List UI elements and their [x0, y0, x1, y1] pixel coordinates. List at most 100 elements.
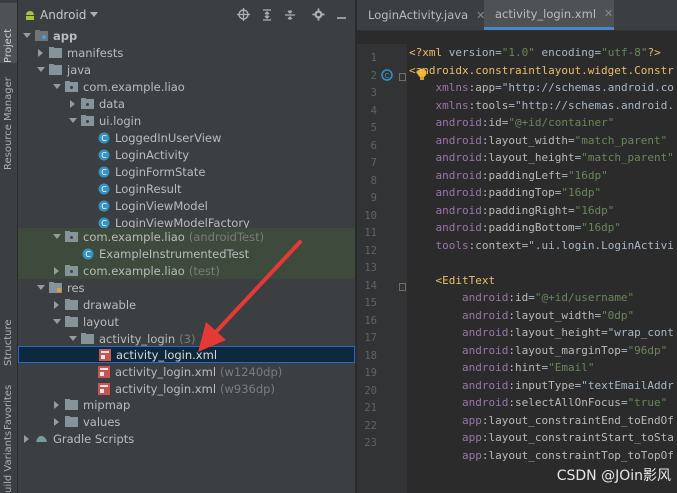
- settings-button[interactable]: [311, 7, 326, 22]
- package-icon: [81, 115, 94, 127]
- code-line[interactable]: android:layout_height="match_parent": [409, 149, 674, 166]
- tree-label: mipmap: [83, 397, 131, 412]
- code-line[interactable]: <EditText: [409, 272, 496, 289]
- tree-item-class[interactable]: C LoginFormState: [18, 163, 355, 180]
- code-line[interactable]: android:selectAllOnFocus="true": [409, 394, 667, 411]
- locate-file-button[interactable]: [236, 7, 251, 22]
- code-line[interactable]: android:id="@+id/container": [409, 114, 615, 131]
- tree-item-res[interactable]: res: [18, 279, 355, 296]
- code-line[interactable]: android:paddingBottom="16dp": [409, 219, 621, 236]
- code-line[interactable]: android:paddingTop="16dp": [409, 184, 602, 201]
- layout-file-icon: [97, 365, 110, 378]
- tab-label: activity_login.xml: [495, 6, 597, 21]
- favorites-tool-tab[interactable]: Favorites: [0, 368, 17, 430]
- tree-item-class[interactable]: C LoginViewModel: [18, 197, 355, 214]
- collapsed-arrow-icon[interactable]: [52, 300, 62, 310]
- module-folder-icon: [35, 30, 48, 42]
- tab-login-activity-java[interactable]: C LoginActivity.java ✕: [357, 0, 485, 30]
- code-line[interactable]: android:hint="Email": [409, 359, 594, 376]
- tree-label: LoginActivity: [115, 147, 190, 162]
- collapsed-arrow-icon[interactable]: [68, 99, 78, 109]
- layout-file-icon: [97, 382, 110, 395]
- code-line[interactable]: android:inputType="textEmailAddr: [409, 377, 674, 394]
- code-line[interactable]: android:layout_marginTop="96dp": [409, 342, 667, 359]
- class-icon: C: [97, 166, 110, 178]
- fold-marker-icon[interactable]: [399, 283, 406, 291]
- hide-panel-button[interactable]: [334, 7, 349, 22]
- tree-item-layout[interactable]: layout: [18, 313, 355, 330]
- code-line[interactable]: app:layout_constraintStart_toSta: [409, 429, 674, 446]
- tree-item-class[interactable]: C LoggedInUserView: [18, 129, 355, 146]
- tree-item-app[interactable]: app: [18, 27, 355, 44]
- tree-item-activity-login-xml-selected[interactable]: activity_login.xml: [18, 346, 355, 363]
- code-line[interactable]: xmlns:app="http://schemas.android.co: [409, 79, 674, 96]
- expand-all-button[interactable]: [259, 7, 274, 22]
- expanded-arrow-icon[interactable]: [36, 65, 46, 75]
- tab-activity-login-xml[interactable]: activity_login.xml ✕: [484, 0, 614, 30]
- expanded-arrow-icon[interactable]: [52, 317, 62, 327]
- code-line[interactable]: app:layout_constraintEnd_toEndOf: [409, 412, 674, 429]
- expanded-arrow-icon[interactable]: [52, 232, 62, 242]
- line-number: 15: [364, 297, 377, 309]
- code-line[interactable]: <androidx.constraintlayout.widget.Constr: [409, 62, 674, 79]
- code-line[interactable]: tools:context=".ui.login.LoginActivi: [409, 237, 674, 254]
- tree-item-mipmap[interactable]: mipmap: [18, 396, 355, 413]
- tree-label: activity_login.xml: [115, 381, 217, 396]
- tree-item-gradle-scripts[interactable]: Gradle Scripts: [18, 430, 355, 447]
- collapsed-arrow-icon[interactable]: [52, 400, 62, 410]
- tree-label: data: [99, 96, 125, 111]
- tree-item-test-package[interactable]: com.example.liao (test): [18, 262, 355, 279]
- class-icon: C: [97, 132, 110, 144]
- class-icon: C: [97, 149, 110, 161]
- tree-item-data[interactable]: data: [18, 95, 355, 112]
- tree-item-activity-login-group[interactable]: activity_login (3): [18, 330, 355, 347]
- tree-item-class[interactable]: C LoginActivity: [18, 146, 355, 163]
- tree-item-activity-login-xml-w1240dp[interactable]: activity_login.xml (w1240dp): [18, 363, 355, 380]
- tree-item-class[interactable]: C LoginResult: [18, 180, 355, 197]
- favorites-tab-label: Favorites: [3, 384, 14, 430]
- expanded-arrow-icon[interactable]: [36, 283, 46, 293]
- structure-tool-tab[interactable]: Structure: [0, 296, 17, 366]
- expanded-arrow-icon[interactable]: [68, 116, 78, 126]
- code-line[interactable]: <?xml version="1.0" encoding="utf-8"?>: [409, 44, 661, 61]
- svg-text:C: C: [385, 72, 390, 80]
- line-number: 17: [364, 332, 377, 344]
- tree-item-activity-login-xml-w936dp[interactable]: activity_login.xml (w936dp): [18, 380, 355, 397]
- project-tool-tab[interactable]: Project: [0, 3, 17, 63]
- close-icon[interactable]: ✕: [604, 7, 613, 20]
- code-line[interactable]: android:id="@+id/username": [409, 289, 634, 306]
- code-line[interactable]: android:layout_height="wrap_cont: [409, 324, 674, 341]
- code-line[interactable]: android:paddingRight="16dp": [409, 202, 615, 219]
- tree-item-java[interactable]: java: [18, 61, 355, 78]
- code-line[interactable]: android:layout_width="match_parent": [409, 132, 668, 149]
- tree-item-values[interactable]: values: [18, 413, 355, 430]
- code-line[interactable]: android:layout_width="0dp": [409, 307, 634, 324]
- tree-label: java: [67, 62, 92, 77]
- code-line[interactable]: xmlns:tools="http://schemas.android.: [409, 97, 674, 114]
- collapsed-arrow-icon[interactable]: [36, 48, 46, 58]
- collapse-all-button[interactable]: [282, 7, 297, 22]
- project-view-selector[interactable]: Android: [40, 8, 99, 22]
- tree-item-android-test-package[interactable]: com.example.liao (androidTest): [18, 228, 355, 245]
- android-icon: [26, 11, 34, 20]
- structure-tab-label: Structure: [3, 319, 14, 366]
- tree-item-test-class[interactable]: C ExampleInstrumentedTest: [18, 245, 355, 262]
- collapsed-arrow-icon[interactable]: [52, 266, 62, 276]
- expanded-arrow-icon[interactable]: [68, 334, 78, 344]
- tree-item-package[interactable]: com.example.liao: [18, 78, 355, 95]
- resource-manager-tool-tab[interactable]: Resource Manager: [0, 70, 17, 170]
- tree-item-drawable[interactable]: drawable: [18, 296, 355, 313]
- class-gutter-icon[interactable]: C: [381, 69, 393, 81]
- collapsed-arrow-icon[interactable]: [52, 417, 62, 427]
- code-line[interactable]: app:layout_constraintTop_toTopOf: [409, 447, 674, 464]
- tree-item-ui-login[interactable]: ui.login: [18, 112, 355, 129]
- minimize-icon: [337, 17, 346, 19]
- code-line[interactable]: android:paddingLeft="16dp": [409, 167, 608, 184]
- expanded-arrow-icon[interactable]: [52, 82, 62, 92]
- collapsed-arrow-icon[interactable]: [22, 434, 32, 444]
- fold-marker-icon[interactable]: [399, 73, 406, 81]
- tree-item-manifests[interactable]: manifests: [18, 44, 355, 61]
- build-variants-tool-tab[interactable]: uild Variants: [0, 430, 17, 493]
- tree-label: activity_login.xml: [116, 347, 218, 362]
- expanded-arrow-icon[interactable]: [22, 31, 32, 41]
